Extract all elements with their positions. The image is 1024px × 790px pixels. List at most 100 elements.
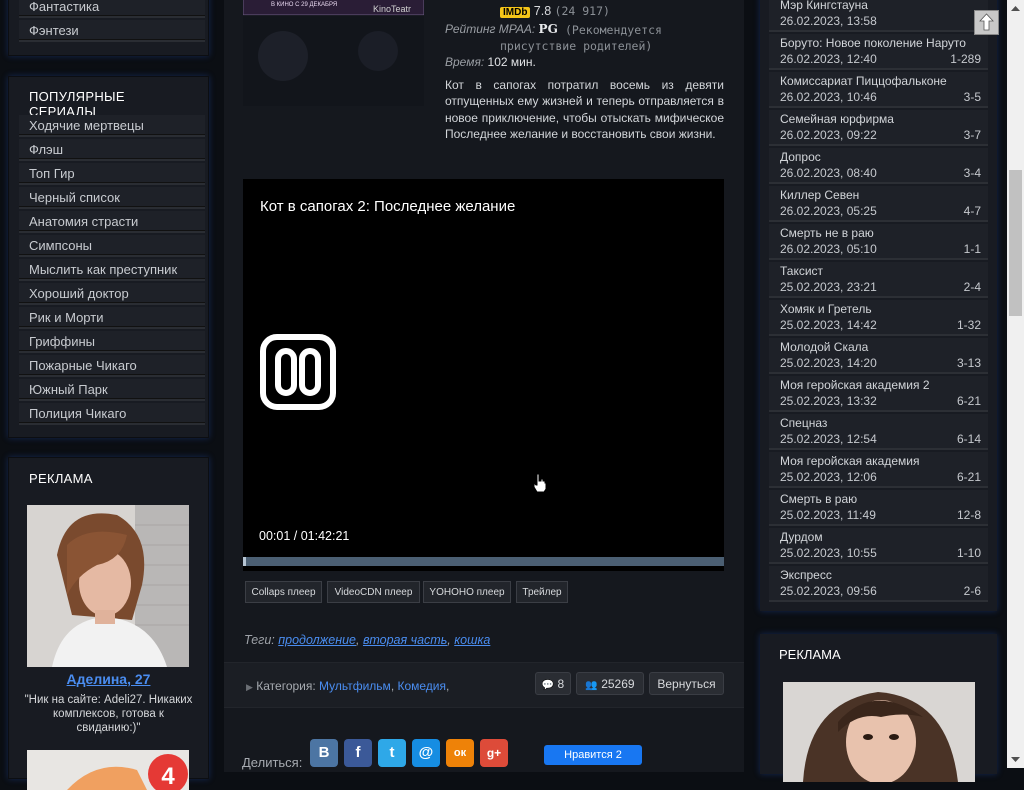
scroll-to-top-button[interactable] (974, 10, 999, 35)
episode-title: Смерть в раю (780, 492, 858, 506)
player-title: Кот в сапогах 2: Последнее желание (260, 198, 516, 215)
tags-label: Теги: (244, 633, 275, 647)
episode-number: 2-4 (963, 280, 981, 294)
mouse-cursor-icon (532, 473, 548, 498)
episode-list-item[interactable]: Мэр Кингстауна26.02.2023, 13:582 (769, 0, 988, 32)
movie-description: Кот в сапогах потратил восемь из девяти … (445, 78, 724, 141)
episode-date: 25.02.2023, 11:49 (780, 508, 876, 522)
series-menu-item[interactable]: Южный Парк (19, 379, 205, 401)
poster-caption: В КИНО С 29 ДЕКАБРЯ (271, 2, 337, 8)
episode-list-item[interactable]: Допрос 26.02.2023, 08:40 3-4 (769, 148, 988, 184)
ad-badge: 4 (161, 763, 175, 790)
ad-profile-link[interactable]: Аделина, 27 (9, 671, 208, 687)
twitter-share-icon[interactable]: t (378, 739, 406, 767)
scroll-down-arrow-icon[interactable] (1007, 751, 1024, 768)
episode-title: Спецназ (780, 416, 828, 430)
episode-date: 26.02.2023, 05:10 (780, 242, 877, 256)
right-ad-photo[interactable] (783, 682, 975, 782)
episode-list-item[interactable]: Спецназ 25.02.2023, 12:54 6-14 (769, 414, 988, 450)
category-link[interactable]: Мультфильм (319, 679, 391, 693)
scrollbar-thumb[interactable] (1009, 170, 1022, 316)
mailru-share-icon[interactable]: @ (412, 739, 440, 767)
episode-list-item[interactable]: Семейная юрфирма 26.02.2023, 09:22 3-7 (769, 110, 988, 146)
episode-list-item[interactable]: Комиссариат Пиццофальконе 26.02.2023, 10:… (769, 72, 988, 108)
tag-link[interactable]: вторая часть (363, 633, 447, 647)
series-menu-item[interactable]: Симпсоны (19, 235, 205, 257)
series-menu-item[interactable]: Мыслить как преступник (19, 259, 205, 281)
category-arrow-icon: ▶ (246, 682, 253, 692)
episode-title: Хомяк и Гретель (780, 302, 872, 316)
videocdn-player-button[interactable]: VideoCDN плеер (327, 581, 420, 603)
tag-link[interactable]: кошка (454, 633, 490, 647)
ads-box: РЕКЛАМА Аделина, 27 "Ник на сайте: Adeli… (8, 457, 209, 790)
player-timecode: 00:01 / 01:42:21 (259, 529, 350, 543)
episode-title: Молодой Скала (780, 340, 869, 354)
category-link[interactable]: Комедия (397, 679, 446, 693)
series-menu-item[interactable]: Полиция Чикаго (19, 403, 205, 425)
player-progress-bar[interactable] (243, 557, 724, 566)
movie-poster[interactable]: В КИНО С 29 ДЕКАБРЯ KinoTeatr (243, 0, 424, 106)
odnoklassniki-share-icon[interactable]: ок (446, 739, 474, 767)
genre-fantastika[interactable]: Фантастика (19, 0, 205, 18)
episode-title: Комиссариат Пиццофальконе (780, 74, 947, 88)
genre-fantasy[interactable]: Фэнтези (19, 20, 205, 42)
series-menu-item[interactable]: Рик и Морти (19, 307, 205, 329)
episode-title: Моя геройская академия (780, 454, 920, 468)
episode-number: 6-21 (956, 470, 981, 484)
episode-list-item[interactable]: Хомяк и Гретель 25.02.2023, 14:42 1-32 (769, 300, 988, 336)
ad-photo-2[interactable]: 4 (27, 750, 189, 790)
series-menu-item[interactable]: Топ Гир (19, 163, 205, 185)
tag-link[interactable]: продолжение (278, 633, 356, 647)
comments-count: 8 (557, 677, 565, 691)
series-menu-item[interactable]: Гриффины (19, 331, 205, 353)
vk-share-icon[interactable]: В (310, 739, 338, 767)
collaps-player-button[interactable]: Collaps плеер (245, 581, 322, 603)
episode-list-item[interactable]: Моя геройская академия 25.02.2023, 12:06 6… (769, 452, 988, 488)
time-label: Время: (445, 55, 485, 69)
episode-list-item[interactable]: Молодой Скала 25.02.2023, 14:20 3-13 (769, 338, 988, 374)
episode-date: 25.02.2023, 14:20 (780, 356, 877, 370)
series-menu-item[interactable]: Флэш (19, 139, 205, 161)
episode-title: Мэр Кингстауна (780, 0, 868, 12)
right-ads-heading: РЕКЛАМА (779, 647, 841, 662)
ad-description: "Ник на сайте: Adeli27. Никаких комплекс… (24, 694, 193, 734)
comments-button[interactable]: 💬 8 (535, 672, 571, 695)
series-menu-item[interactable]: Черный список (19, 187, 205, 209)
episode-number: 4-7 (963, 204, 981, 218)
popular-series-box: ПОПУЛЯРНЫЕ СЕРИАЛЫ Ходячие мертвецы Флэш Т… (8, 76, 209, 438)
googleplus-share-icon[interactable]: g+ (480, 739, 508, 767)
rating-line: IMDb 7.8 (24 917) (500, 4, 779, 18)
series-menu-item[interactable]: Хороший доктор (19, 283, 205, 305)
player-logo-icon[interactable] (260, 334, 336, 415)
episode-list-item[interactable]: Таксист 25.02.2023, 23:21 2-4 (769, 262, 988, 298)
facebook-share-icon[interactable]: f (344, 739, 372, 767)
episode-date: 25.02.2023, 13:32 (780, 394, 877, 408)
series-menu-item[interactable]: Ходячие мертвецы (19, 115, 205, 137)
episode-list-item[interactable]: Экспресс 25.02.2023, 09:56 2-6 (769, 566, 988, 602)
facebook-like-button[interactable]: Нравится 2 (544, 745, 642, 765)
back-button[interactable]: Вернуться (649, 672, 724, 695)
scroll-up-arrow-icon[interactable] (1007, 0, 1024, 17)
series-menu-item[interactable]: Анатомия страсти (19, 211, 205, 233)
episode-date: 26.02.2023, 08:40 (780, 166, 877, 180)
episode-list-item[interactable]: Дурдом 25.02.2023, 10:55 1-10 (769, 528, 988, 564)
time-line: Время: 102 мин. (445, 55, 724, 69)
page-scrollbar[interactable] (1007, 0, 1024, 768)
episode-list-item[interactable]: Смерть не в раю 26.02.2023, 05:10 1-1 (769, 224, 988, 260)
ad-photo[interactable] (27, 505, 189, 667)
imdb-rating: 7.8 (533, 4, 552, 18)
episode-title: Смерть не в раю (780, 226, 874, 240)
genres-box: Фантастика Фэнтези (8, 0, 209, 56)
episode-list-item[interactable]: Боруто: Новое поколение Наруто 26.02.2023… (769, 34, 988, 70)
episode-list-item[interactable]: Смерть в раю 25.02.2023, 11:49 12-8 (769, 490, 988, 526)
imdb-icon: IMDb (500, 7, 531, 18)
episode-list-item[interactable]: Моя геройская академия 2 25.02.2023, 13:3… (769, 376, 988, 412)
video-player[interactable]: Кот в сапогах 2: Последнее желание 00:01… (243, 179, 724, 571)
series-menu-item[interactable]: Пожарные Чикаго (19, 355, 205, 377)
episode-list-item[interactable]: Киллер Севен 26.02.2023, 05:25 4-7 (769, 186, 988, 222)
episode-number: 6-21 (956, 394, 981, 408)
yohoho-player-button[interactable]: YOHOHO плеер (423, 581, 511, 603)
poster-source: KinoTeatr (373, 4, 411, 14)
views-count: 25269 (601, 677, 635, 691)
trailer-button[interactable]: Трейлер (516, 581, 568, 603)
